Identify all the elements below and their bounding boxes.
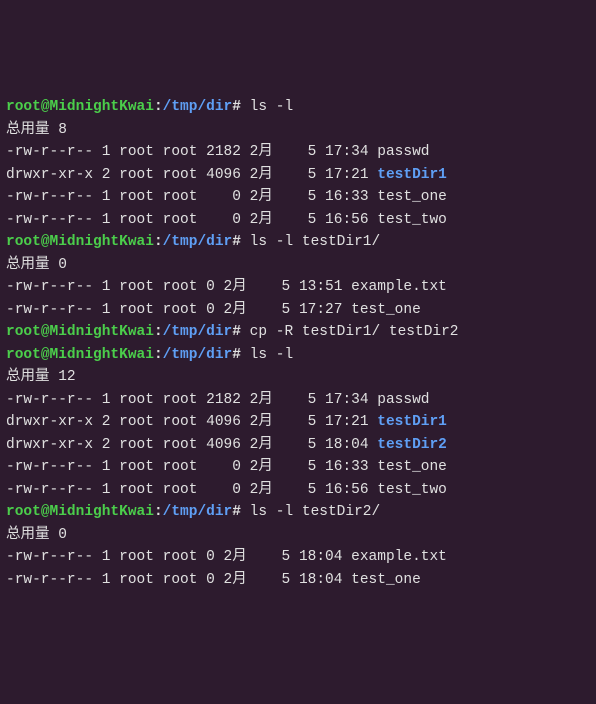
prompt-user: root — [6, 99, 41, 115]
prompt-host: MidnightKwai — [50, 99, 154, 115]
total-line: 总用量 0 — [6, 254, 590, 277]
prompt-hash: # — [232, 99, 241, 115]
listing-row: -rw-r--r-- 1 root root 0 2月 5 18:04 test… — [6, 569, 590, 592]
listing-row: -rw-r--r-- 1 root root 0 2月 5 17:27 test… — [6, 299, 590, 322]
prompt-user: root — [6, 504, 41, 520]
terminal-output[interactable]: root@MidnightKwai:/tmp/dir# ls -l总用量 8-r… — [6, 96, 590, 591]
prompt-hash: # — [232, 504, 241, 520]
prompt-user: root — [6, 234, 41, 250]
prompt-hash: # — [232, 234, 241, 250]
command-text: ls -l — [250, 347, 294, 363]
listing-row: drwxr-xr-x 2 root root 4096 2月 5 17:21 t… — [6, 164, 590, 187]
listing-row: drwxr-xr-x 2 root root 4096 2月 5 17:21 t… — [6, 411, 590, 434]
command-text: ls -l — [250, 99, 294, 115]
listing-row: -rw-r--r-- 1 root root 0 2月 5 16:56 test… — [6, 479, 590, 502]
prompt-at: @ — [41, 347, 50, 363]
command-text: ls -l testDir2/ — [250, 504, 381, 520]
prompt-user: root — [6, 347, 41, 363]
total-line: 总用量 8 — [6, 119, 590, 142]
file-name: example.txt — [351, 279, 447, 295]
file-name: passwd — [377, 144, 429, 160]
prompt-path: /tmp/dir — [163, 99, 233, 115]
prompt-hash: # — [232, 324, 241, 340]
file-name: testDir1 — [377, 414, 447, 430]
command-line: root@MidnightKwai:/tmp/dir# cp -R testDi… — [6, 321, 590, 344]
total-line: 总用量 0 — [6, 524, 590, 547]
file-name: test_one — [377, 459, 447, 475]
prompt-host: MidnightKwai — [50, 504, 154, 520]
prompt-at: @ — [41, 324, 50, 340]
prompt-at: @ — [41, 504, 50, 520]
listing-row: -rw-r--r-- 1 root root 2182 2月 5 17:34 p… — [6, 389, 590, 412]
file-name: testDir2 — [377, 437, 447, 453]
prompt-colon: : — [154, 99, 163, 115]
listing-row: -rw-r--r-- 1 root root 0 2月 5 16:56 test… — [6, 209, 590, 232]
file-name: test_two — [377, 482, 447, 498]
listing-row: -rw-r--r-- 1 root root 0 2月 5 18:04 exam… — [6, 546, 590, 569]
file-name: example.txt — [351, 549, 447, 565]
command-line: root@MidnightKwai:/tmp/dir# ls -l testDi… — [6, 231, 590, 254]
prompt-at: @ — [41, 234, 50, 250]
prompt-colon: : — [154, 347, 163, 363]
listing-row: drwxr-xr-x 2 root root 4096 2月 5 18:04 t… — [6, 434, 590, 457]
command-line: root@MidnightKwai:/tmp/dir# ls -l testDi… — [6, 501, 590, 524]
file-name: passwd — [377, 392, 429, 408]
prompt-at: @ — [41, 99, 50, 115]
prompt-colon: : — [154, 504, 163, 520]
prompt-path: /tmp/dir — [163, 504, 233, 520]
prompt-colon: : — [154, 324, 163, 340]
listing-row: -rw-r--r-- 1 root root 0 2月 5 16:33 test… — [6, 186, 590, 209]
listing-row: -rw-r--r-- 1 root root 0 2月 5 13:51 exam… — [6, 276, 590, 299]
file-name: test_two — [377, 212, 447, 228]
prompt-path: /tmp/dir — [163, 324, 233, 340]
file-name: test_one — [377, 189, 447, 205]
file-name: test_one — [351, 302, 421, 318]
command-text: ls -l testDir1/ — [250, 234, 381, 250]
prompt-host: MidnightKwai — [50, 234, 154, 250]
prompt-colon: : — [154, 234, 163, 250]
file-name: testDir1 — [377, 167, 447, 183]
prompt-path: /tmp/dir — [163, 234, 233, 250]
command-line: root@MidnightKwai:/tmp/dir# ls -l — [6, 344, 590, 367]
prompt-user: root — [6, 324, 41, 340]
file-name: test_one — [351, 572, 421, 588]
command-text: cp -R testDir1/ testDir2 — [250, 324, 459, 340]
listing-row: -rw-r--r-- 1 root root 0 2月 5 16:33 test… — [6, 456, 590, 479]
prompt-path: /tmp/dir — [163, 347, 233, 363]
prompt-host: MidnightKwai — [50, 324, 154, 340]
listing-row: -rw-r--r-- 1 root root 2182 2月 5 17:34 p… — [6, 141, 590, 164]
total-line: 总用量 12 — [6, 366, 590, 389]
prompt-hash: # — [232, 347, 241, 363]
prompt-host: MidnightKwai — [50, 347, 154, 363]
command-line: root@MidnightKwai:/tmp/dir# ls -l — [6, 96, 590, 119]
